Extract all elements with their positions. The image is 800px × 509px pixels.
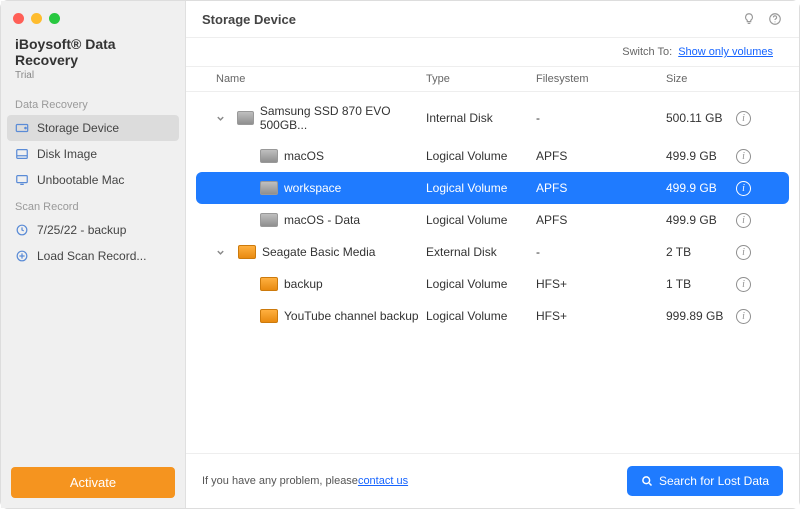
col-size: Size: [666, 73, 736, 85]
activate-button[interactable]: Activate: [11, 467, 175, 498]
minimize-icon[interactable]: [31, 13, 42, 24]
external-drive-icon: [260, 309, 278, 323]
table-row[interactable]: macOS Logical VolumeAPFS499.9 GBi: [196, 140, 789, 172]
sidebar-item-label: Disk Image: [37, 147, 97, 161]
close-icon[interactable]: [13, 13, 24, 24]
sidebar-item-label: Storage Device: [37, 121, 119, 135]
info-icon[interactable]: i: [736, 181, 751, 196]
row-filesystem: HFS+: [536, 309, 666, 323]
col-type: Type: [426, 73, 536, 85]
row-type: Logical Volume: [426, 213, 536, 227]
zoom-icon[interactable]: [49, 13, 60, 24]
table-row[interactable]: Seagate Basic Media External Disk-2 TBi: [196, 236, 789, 268]
row-filesystem: -: [536, 111, 666, 125]
switch-label: Switch To:: [622, 46, 672, 58]
row-size: 999.89 GB: [666, 309, 736, 323]
row-filesystem: APFS: [536, 149, 666, 163]
row-type: Logical Volume: [426, 309, 536, 323]
table-row[interactable]: YouTube channel backup Logical VolumeHFS+…: [196, 300, 789, 332]
lightbulb-icon[interactable]: [741, 11, 757, 27]
internal-drive-icon: [237, 111, 254, 125]
contact-link[interactable]: contact us: [358, 475, 408, 487]
table-header: Name Type Filesystem Size: [186, 66, 799, 92]
help-icon[interactable]: [767, 11, 783, 27]
table-row[interactable]: Samsung SSD 870 EVO 500GB...Internal Dis…: [196, 96, 789, 140]
row-name: macOS: [284, 149, 324, 163]
row-name: Seagate Basic Media: [262, 245, 375, 259]
titlebar: Storage Device: [186, 1, 799, 38]
row-filesystem: APFS: [536, 181, 666, 195]
section-scan-record: Scan Record: [1, 193, 185, 217]
table-body: Samsung SSD 870 EVO 500GB...Internal Dis…: [186, 92, 799, 453]
sidebar-item-storage-device[interactable]: Storage Device: [7, 115, 179, 141]
section-data-recovery: Data Recovery: [1, 91, 185, 115]
sidebar-item-label: 7/25/22 - backup: [37, 223, 126, 237]
disk-image-icon: [15, 147, 29, 161]
sidebar-item-disk-image[interactable]: Disk Image: [1, 141, 185, 167]
info-icon[interactable]: i: [736, 309, 751, 324]
window-controls: [1, 1, 185, 32]
page-title: Storage Device: [202, 12, 296, 27]
row-name: Samsung SSD 870 EVO 500GB...: [260, 104, 426, 132]
row-type: Logical Volume: [426, 181, 536, 195]
col-name: Name: [216, 73, 426, 85]
chevron-down-icon[interactable]: [216, 114, 225, 123]
table-row[interactable]: workspace Logical VolumeAPFS499.9 GBi: [196, 172, 789, 204]
row-name: macOS - Data: [284, 213, 360, 227]
row-filesystem: -: [536, 245, 666, 259]
table-row[interactable]: macOS - Data Logical VolumeAPFS499.9 GBi: [196, 204, 789, 236]
row-size: 1 TB: [666, 277, 736, 291]
sidebar: iBoysoft® Data Recovery Trial Data Recov…: [1, 1, 186, 508]
plus-circle-icon: [15, 249, 29, 263]
sidebar-item-label: Load Scan Record...: [37, 249, 146, 263]
monitor-icon: [15, 173, 29, 187]
search-button[interactable]: Search for Lost Data: [627, 466, 783, 496]
chevron-down-icon[interactable]: [216, 248, 226, 257]
row-size: 500.11 GB: [666, 111, 736, 125]
row-size: 499.9 GB: [666, 181, 736, 195]
sidebar-item-scan-record[interactable]: 7/25/22 - backup: [1, 217, 185, 243]
row-filesystem: APFS: [536, 213, 666, 227]
switch-link[interactable]: Show only volumes: [678, 46, 773, 58]
internal-drive-icon: [260, 181, 278, 195]
row-filesystem: HFS+: [536, 277, 666, 291]
info-icon[interactable]: i: [736, 111, 751, 126]
external-drive-icon: [238, 245, 256, 259]
sidebar-item-label: Unbootable Mac: [37, 173, 124, 187]
row-type: Logical Volume: [426, 277, 536, 291]
info-icon[interactable]: i: [736, 277, 751, 292]
row-type: External Disk: [426, 245, 536, 259]
internal-drive-icon: [260, 149, 278, 163]
external-drive-icon: [260, 277, 278, 291]
sidebar-item-load-scan[interactable]: Load Scan Record...: [1, 243, 185, 269]
internal-drive-icon: [260, 213, 278, 227]
row-name: backup: [284, 277, 323, 291]
search-icon: [641, 475, 653, 487]
search-button-label: Search for Lost Data: [659, 474, 769, 488]
switch-row: Switch To: Show only volumes: [186, 38, 799, 66]
sidebar-item-unbootable-mac[interactable]: Unbootable Mac: [1, 167, 185, 193]
license-status: Trial: [1, 70, 185, 91]
col-filesystem: Filesystem: [536, 73, 666, 85]
footer: If you have any problem, please contact …: [186, 453, 799, 508]
info-icon[interactable]: i: [736, 245, 751, 260]
row-name: YouTube channel backup: [284, 309, 419, 323]
app-title: iBoysoft® Data Recovery: [1, 32, 185, 70]
row-size: 2 TB: [666, 245, 736, 259]
row-size: 499.9 GB: [666, 213, 736, 227]
app-window: iBoysoft® Data Recovery Trial Data Recov…: [1, 1, 799, 508]
row-size: 499.9 GB: [666, 149, 736, 163]
row-type: Internal Disk: [426, 111, 536, 125]
footer-text: If you have any problem, please: [202, 475, 358, 487]
row-name: workspace: [284, 181, 341, 195]
row-type: Logical Volume: [426, 149, 536, 163]
table-row[interactable]: backup Logical VolumeHFS+1 TBi: [196, 268, 789, 300]
info-icon[interactable]: i: [736, 149, 751, 164]
history-icon: [15, 223, 29, 237]
main-panel: Storage Device Switch To: Show only volu…: [186, 1, 799, 508]
info-icon[interactable]: i: [736, 213, 751, 228]
drive-icon: [15, 121, 29, 135]
